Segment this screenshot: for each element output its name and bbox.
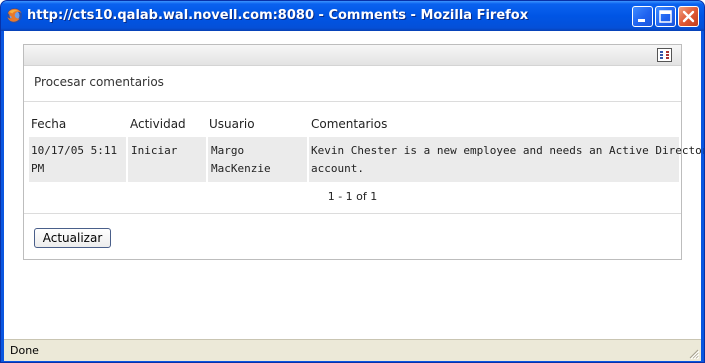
activity-value: Iniciar [131, 144, 178, 157]
cell-separator [126, 137, 128, 182]
table-row: 10/17/05 5:11 PM Iniciar Margo MacKenzie… [29, 137, 705, 182]
pagination-status: 1 - 1 of 1 [327, 190, 378, 203]
status-bar: Done [4, 339, 701, 361]
minimize-button[interactable] [632, 6, 653, 27]
title-bar[interactable]: http://cts10.qalab.wal.novell.com:8080 -… [1, 1, 704, 31]
close-icon [682, 10, 695, 23]
cell-separator [206, 137, 208, 182]
maximize-button[interactable] [655, 6, 676, 27]
date-cell: 10/17/05 5:11 PM [31, 137, 126, 182]
activity-cell: Iniciar [131, 137, 206, 182]
section-title: Procesar comentarios [34, 75, 164, 89]
time-suffix: PM [31, 162, 45, 175]
update-button[interactable]: Actualizar [34, 228, 111, 248]
minimize-icon [638, 19, 645, 22]
column-header-user: Usuario [209, 117, 255, 131]
panel-toolbar [24, 45, 681, 66]
maximize-icon [659, 10, 672, 23]
user-last-name: MacKenzie [211, 162, 271, 175]
column-header-activity: Actividad [130, 117, 186, 131]
column-header-comments: Comentarios [311, 117, 388, 131]
status-text: Done [10, 344, 39, 357]
page-content: Procesar comentarios Fecha Actividad Usu… [4, 31, 705, 339]
section-divider [24, 101, 681, 102]
cell-separator [307, 137, 309, 182]
comment-cell: Kevin Chester is a new employee and need… [311, 137, 705, 182]
footer-divider [24, 213, 681, 214]
comment-line: Kevin Chester is a new employee and need… [311, 144, 705, 157]
user-cell: Margo MacKenzie [211, 137, 306, 182]
comment-line: account. [311, 162, 364, 175]
column-header-date: Fecha [31, 117, 67, 131]
comments-panel: Procesar comentarios Fecha Actividad Usu… [23, 44, 705, 260]
window-title: http://cts10.qalab.wal.novell.com:8080 -… [27, 8, 529, 23]
firefox-icon [7, 8, 22, 23]
browser-window: http://cts10.qalab.wal.novell.com:8080 -… [0, 0, 705, 363]
user-first-name: Margo [211, 144, 245, 157]
resize-grip-icon[interactable] [687, 347, 699, 359]
close-button[interactable] [678, 6, 699, 27]
grid-menu-icon[interactable] [657, 48, 672, 62]
date-line: 10/17/05 5:11 [31, 144, 118, 157]
